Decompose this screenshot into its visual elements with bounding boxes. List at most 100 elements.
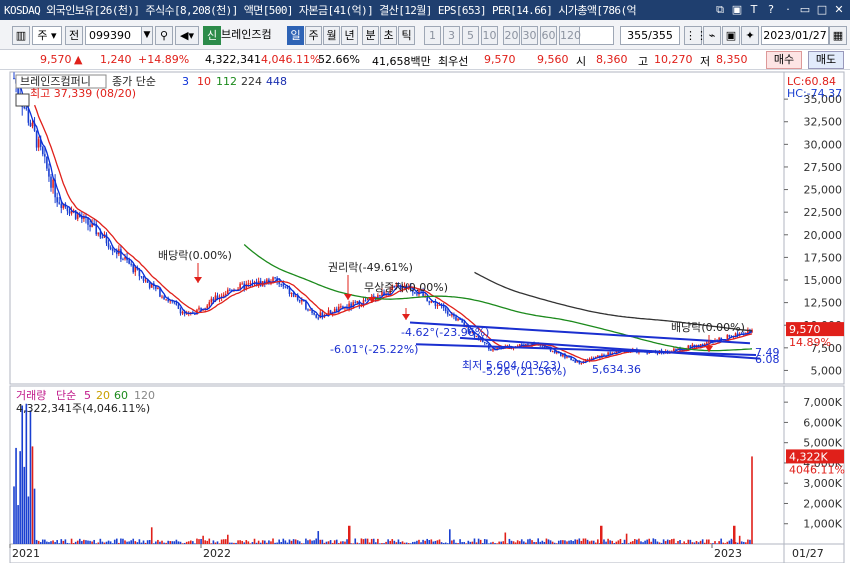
volume-bar: [196, 538, 198, 544]
volume-bar: [311, 540, 313, 544]
stock-chart[interactable]: 5,0007,50010,00012,50015,00017,50020,000…: [0, 70, 850, 563]
window-icon[interactable]: ▣: [730, 2, 744, 17]
interval-dropdown[interactable]: [578, 26, 614, 45]
chart-layout-icon[interactable]: ▥: [12, 26, 30, 45]
interval-button[interactable]: 1: [424, 26, 441, 45]
interval-button[interactable]: 120: [559, 26, 581, 45]
chart-tool-icon[interactable]: ⌁: [703, 26, 721, 45]
volume-bar: [648, 538, 651, 544]
candle-body: [229, 289, 231, 291]
volume-bar: [296, 540, 299, 544]
price-axis-label: 22,500: [804, 206, 843, 219]
restore-icon[interactable]: ⧉: [713, 2, 727, 17]
chart-area[interactable]: 5,0007,50010,00012,50015,00017,50020,000…: [0, 70, 850, 563]
volume-bar: [463, 541, 466, 544]
font-icon[interactable]: T: [747, 2, 761, 17]
mode-button[interactable]: 전: [65, 26, 83, 45]
volume-bar: [510, 540, 513, 544]
volume-axis-label: 6,000K: [803, 416, 842, 429]
volume-bar: [315, 538, 317, 544]
volume-bar: [179, 541, 182, 544]
period-direction-select[interactable]: 주 ▾: [32, 26, 62, 45]
candle-body: [317, 317, 320, 319]
volume-bar: [183, 542, 186, 544]
volume-bar: [120, 538, 122, 544]
candle-body: [288, 288, 291, 294]
interval-button[interactable]: 60: [540, 26, 557, 45]
volume-bar: [504, 532, 507, 544]
candle-body: [430, 301, 433, 303]
interval-button[interactable]: 3: [443, 26, 460, 45]
volume-bar: [453, 539, 455, 544]
sell-button[interactable]: 매도: [808, 51, 844, 69]
volume-bar: [617, 540, 620, 544]
period-button[interactable]: 틱: [398, 26, 415, 45]
code-dropdown-icon[interactable]: ▼: [141, 26, 153, 45]
volume-bar: [461, 542, 463, 544]
candle-body: [247, 283, 250, 285]
volume-bar: [636, 539, 638, 544]
volume-bar: [352, 543, 354, 544]
volume-bar: [557, 540, 560, 544]
volume-bar: [566, 541, 568, 544]
volume-bar: [78, 538, 81, 544]
interval-button[interactable]: 5: [462, 26, 479, 45]
volume-bar: [251, 542, 254, 544]
interval-button[interactable]: 30: [521, 26, 538, 45]
volume-bar: [342, 541, 344, 544]
candle-body: [551, 350, 554, 352]
price-axis-label: 32,500: [804, 116, 843, 129]
gear-icon[interactable]: ✦: [741, 26, 759, 45]
price-panel-frame: [9, 71, 785, 385]
volume-bar: [288, 539, 291, 544]
candle-body: [101, 237, 104, 239]
grid-icon[interactable]: ⋮⋮: [684, 26, 707, 45]
period-button[interactable]: 분: [362, 26, 379, 45]
capital-increase-annotation: 무상증자(0.00%): [364, 281, 448, 294]
save-icon[interactable]: ▣: [722, 26, 740, 45]
speaker-icon[interactable]: ◀▾: [175, 26, 199, 45]
volume-bar: [498, 541, 500, 544]
candle-body: [130, 263, 132, 265]
volume-bar: [627, 543, 630, 544]
volume-bar: [31, 446, 34, 544]
volume-bar: [350, 543, 352, 544]
help-icon[interactable]: ?: [764, 2, 778, 17]
dropdown-icon[interactable]: ·: [781, 2, 795, 17]
period-button[interactable]: 초: [380, 26, 397, 45]
period-button[interactable]: 년: [341, 26, 358, 45]
volume-bar: [118, 542, 120, 544]
candle-body: [315, 314, 317, 318]
interval-button[interactable]: 10: [481, 26, 498, 45]
maximize-icon[interactable]: □: [815, 2, 829, 17]
volume-bar: [233, 542, 235, 544]
volume-bar: [547, 539, 550, 544]
ma-period-3: 3: [182, 75, 189, 88]
candle-body: [239, 283, 241, 289]
volume-bar: [74, 541, 77, 544]
volume-bar: [255, 542, 258, 544]
volume-bar: [710, 543, 712, 544]
minimize-icon[interactable]: ▭: [798, 2, 812, 17]
period-button[interactable]: 월: [323, 26, 340, 45]
volume-bar: [235, 542, 237, 544]
volume-bar: [140, 542, 143, 544]
volume-bar: [87, 540, 89, 544]
candle-body: [574, 360, 577, 363]
interval-button[interactable]: 20: [503, 26, 520, 45]
volume-bar: [436, 540, 439, 544]
volume-bar: [564, 540, 566, 544]
close-icon[interactable]: ✕: [832, 2, 846, 17]
calendar-icon[interactable]: ▦: [829, 26, 847, 45]
candle-body: [539, 345, 542, 347]
volume-bar: [656, 541, 659, 544]
up-arrow-icon: ▲: [74, 53, 83, 66]
date-input[interactable]: 2023/01/27: [761, 26, 829, 45]
search-icon[interactable]: ⚲: [155, 26, 173, 45]
period-button[interactable]: 일: [287, 26, 304, 45]
data-count[interactable]: 355/355: [620, 26, 680, 45]
period-button[interactable]: 주: [305, 26, 322, 45]
volume-bar: [613, 543, 616, 544]
volume-bar: [675, 543, 677, 544]
buy-button[interactable]: 매수: [766, 51, 802, 69]
